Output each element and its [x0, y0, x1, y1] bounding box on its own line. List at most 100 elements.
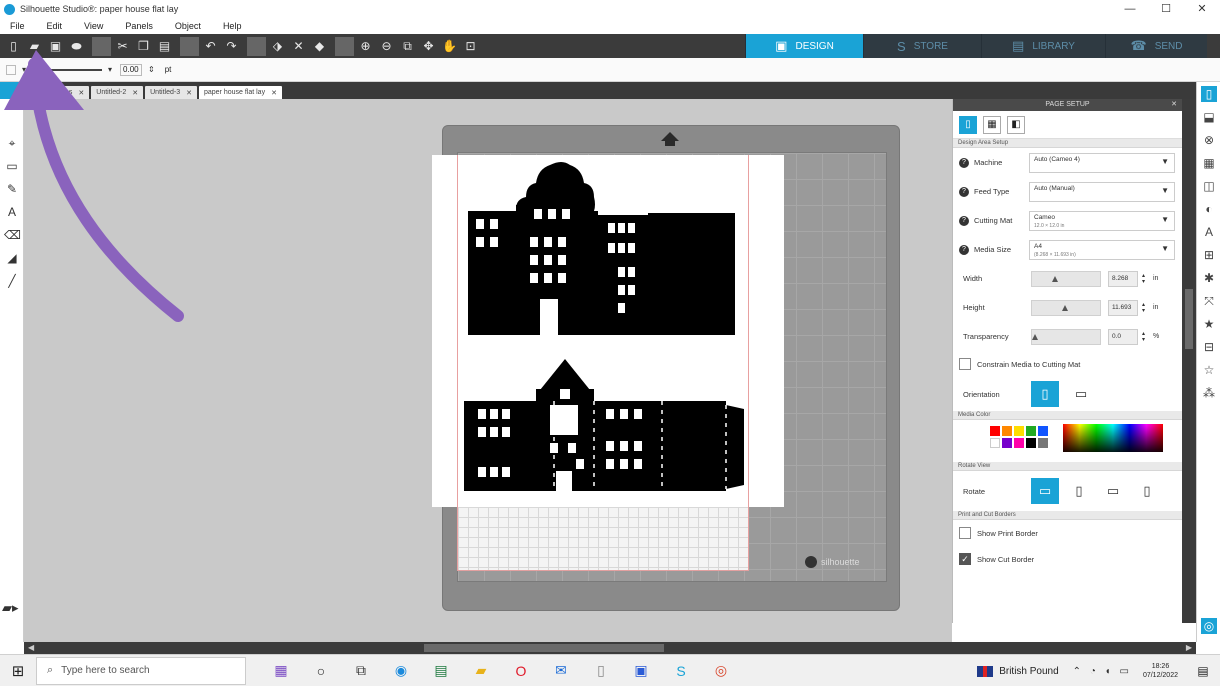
- library-folder-icon[interactable]: ▰▸: [2, 600, 28, 622]
- width-input[interactable]: 8.268: [1108, 270, 1138, 287]
- task-view-icon[interactable]: ⧉: [346, 658, 376, 684]
- language-indicator[interactable]: British Pound: [977, 665, 1059, 677]
- grid-panel-icon[interactable]: ▦: [1201, 155, 1217, 171]
- volume-icon[interactable]: ◖: [1105, 666, 1111, 677]
- color-swatch[interactable]: [1002, 426, 1012, 436]
- slider-handle-icon[interactable]: [1052, 275, 1058, 282]
- height-slider[interactable]: [1031, 299, 1101, 316]
- fill-panel-icon[interactable]: ◐: [1201, 201, 1217, 217]
- landscape-orientation-button[interactable]: ▭: [1067, 381, 1095, 407]
- maximize-button[interactable]: ☐: [1148, 0, 1184, 18]
- transparency-input[interactable]: 0.0: [1108, 328, 1138, 345]
- width-slider[interactable]: [1031, 270, 1101, 287]
- silhouette-app-icon[interactable]: S: [666, 658, 696, 684]
- horizontal-scroll-thumb[interactable]: [424, 644, 664, 652]
- nav-tab-send[interactable]: ☎ SEND: [1105, 34, 1207, 58]
- feed-type-select[interactable]: Auto (Manual) ▼: [1029, 181, 1175, 202]
- help-icon[interactable]: ?: [959, 157, 969, 168]
- delete-icon[interactable]: ✕: [289, 37, 308, 56]
- help-icon[interactable]: ?: [959, 244, 969, 255]
- machine-select[interactable]: Auto (Cameo 4) ▼: [1029, 152, 1175, 173]
- close-tab-icon[interactable]: ✕: [271, 89, 277, 97]
- width-spinner-icon[interactable]: ▴ ▾: [1142, 273, 1145, 285]
- panel-close-icon[interactable]: ✕: [1171, 99, 1177, 111]
- cutting-mat-select[interactable]: Cameo 12.0 × 12.0 in ▼: [1029, 210, 1175, 231]
- select-icon[interactable]: ⬗: [268, 37, 287, 56]
- nav-tab-library[interactable]: ▤ LIBRARY: [981, 34, 1105, 58]
- taskbar-search[interactable]: ⌕ Type here to search: [36, 656, 246, 685]
- zoom-in-icon[interactable]: ⊕: [356, 37, 375, 56]
- color-swatch[interactable]: [990, 438, 1000, 448]
- scroll-right-icon[interactable]: ▶: [1186, 642, 1192, 654]
- color-swatch[interactable]: [1014, 426, 1024, 436]
- nav-tab-design[interactable]: ▣ DESIGN: [745, 34, 863, 58]
- fit-page-icon[interactable]: ⊡: [461, 37, 480, 56]
- hand-icon[interactable]: ✋: [440, 37, 459, 56]
- mail-app-icon[interactable]: ✉: [546, 658, 576, 684]
- cortana-icon[interactable]: ○: [306, 658, 336, 684]
- height-input[interactable]: 11.693: [1108, 299, 1138, 316]
- rotate-0-button[interactable]: ▭: [1031, 478, 1059, 504]
- color-swatch[interactable]: [1026, 438, 1036, 448]
- slider-handle-icon[interactable]: [1032, 333, 1038, 340]
- battery-icon[interactable]: ▭: [1120, 666, 1129, 677]
- house-design-bottom[interactable]: [464, 359, 746, 495]
- color-swatch[interactable]: [1026, 426, 1036, 436]
- cut-settings-panel-icon[interactable]: ⬓: [1201, 109, 1217, 125]
- color-swatch[interactable]: [1038, 426, 1048, 436]
- network-icon[interactable]: ◔: [1090, 666, 1096, 677]
- media-tab-icon[interactable]: ▯: [959, 115, 977, 134]
- library-panel-icon[interactable]: ⊟: [1201, 339, 1217, 355]
- zoom-out-icon[interactable]: ⊖: [377, 37, 396, 56]
- constrain-media-checkbox[interactable]: [959, 358, 971, 370]
- slider-handle-icon[interactable]: [1062, 304, 1068, 311]
- help-icon[interactable]: ?: [959, 215, 969, 226]
- taskbar-clock[interactable]: 18:26 07/12/2022: [1143, 662, 1178, 680]
- vertical-scroll-thumb[interactable]: [1185, 289, 1193, 349]
- zoom-select-icon[interactable]: ⧉: [398, 37, 417, 56]
- portrait-orientation-button[interactable]: ▯: [1031, 381, 1059, 407]
- align-panel-icon[interactable]: ⊞: [1201, 247, 1217, 263]
- media-size-select[interactable]: A4 (8.268 × 11.693 in) ▼: [1029, 239, 1175, 260]
- grid-tab-icon[interactable]: ▦: [983, 115, 1001, 134]
- notification-icon[interactable]: ▤: [1192, 664, 1214, 678]
- move-icon[interactable]: ✥: [419, 37, 438, 56]
- notes-app-icon[interactable]: ▯: [586, 658, 616, 684]
- offset-panel-icon[interactable]: ⁂: [1201, 385, 1217, 401]
- rotate-90-button[interactable]: ▯: [1065, 478, 1093, 504]
- opera-browser-icon[interactable]: O: [506, 658, 536, 684]
- background-tab-icon[interactable]: ◧: [1007, 115, 1025, 134]
- redo-icon[interactable]: ↷: [222, 37, 241, 56]
- store-app-icon[interactable]: ▣: [626, 658, 656, 684]
- house-design-top[interactable]: [468, 159, 738, 339]
- color-spectrum-picker[interactable]: [1063, 424, 1163, 452]
- show-cut-border-checkbox[interactable]: ✓: [959, 553, 971, 565]
- help-icon[interactable]: ?: [959, 186, 969, 197]
- registration-panel-icon[interactable]: ⊗: [1201, 132, 1217, 148]
- height-spinner-icon[interactable]: ▴ ▾: [1142, 302, 1145, 314]
- transparency-spinner-icon[interactable]: ▴ ▾: [1142, 331, 1145, 343]
- favorite-panel-icon[interactable]: ☆: [1201, 362, 1217, 378]
- edge-browser-icon[interactable]: ◉: [386, 658, 416, 684]
- document-tab[interactable]: paper house flat lay ✕: [198, 86, 282, 99]
- transparency-slider[interactable]: [1031, 328, 1101, 345]
- rotate-270-button[interactable]: ▯: [1133, 478, 1161, 504]
- color-swatch[interactable]: [1038, 438, 1048, 448]
- transform-panel-icon[interactable]: ⤧: [1201, 293, 1217, 309]
- replicate-panel-icon[interactable]: ✱: [1201, 270, 1217, 286]
- widgets-app-icon[interactable]: ▦: [266, 658, 296, 684]
- windows-start-icon[interactable]: ⊞: [0, 662, 36, 680]
- close-button[interactable]: ✕: [1184, 0, 1220, 18]
- menu-help[interactable]: Help: [223, 21, 242, 31]
- design-store-toggle-icon[interactable]: ◎: [1201, 618, 1217, 634]
- show-print-border-checkbox[interactable]: [959, 527, 971, 539]
- chrome-browser-icon[interactable]: ◎: [706, 658, 736, 684]
- undo-icon[interactable]: ↶: [201, 37, 220, 56]
- nav-tab-store[interactable]: S STORE: [863, 34, 981, 58]
- text-style-panel-icon[interactable]: A: [1201, 224, 1217, 240]
- page-setup-panel-icon[interactable]: ▯: [1201, 86, 1217, 102]
- excel-app-icon[interactable]: ▤: [426, 658, 456, 684]
- layers-panel-icon[interactable]: ◫: [1201, 178, 1217, 194]
- color-swatch[interactable]: [1002, 438, 1012, 448]
- scroll-left-icon[interactable]: ◀: [28, 642, 34, 654]
